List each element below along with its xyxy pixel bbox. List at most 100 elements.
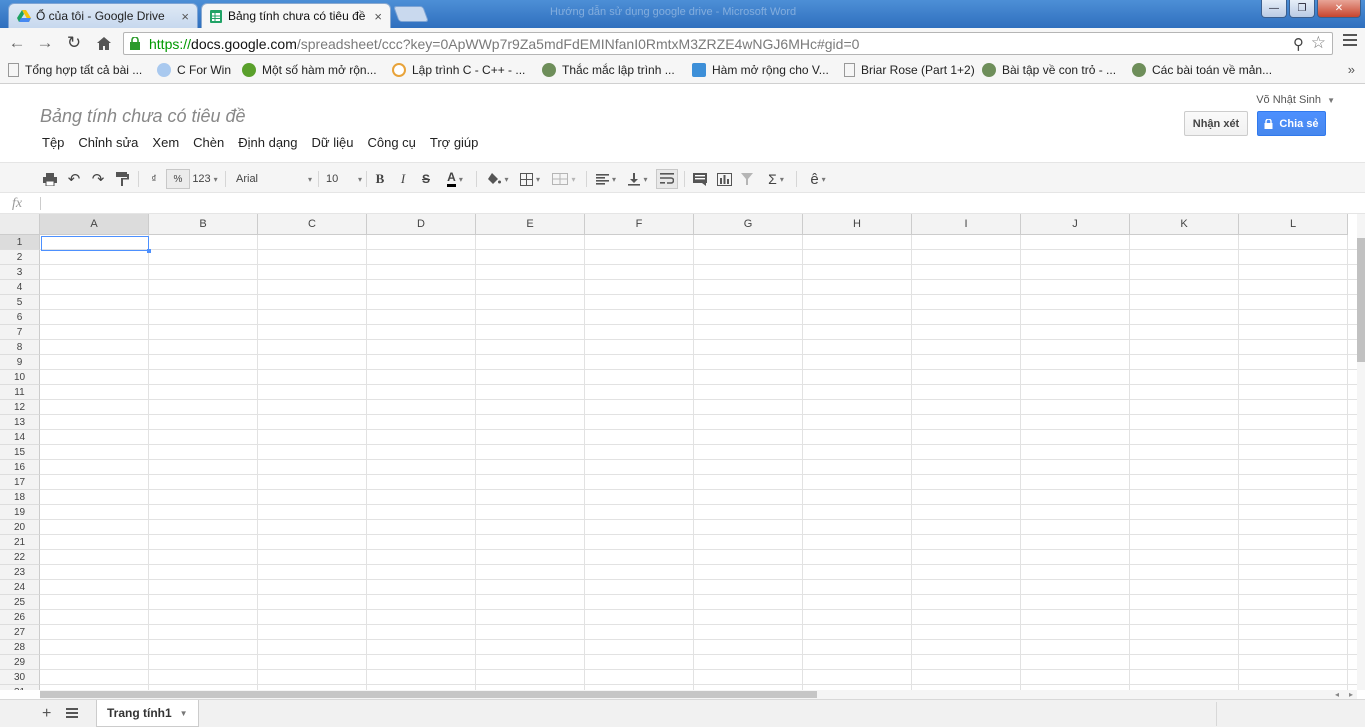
column-header-H[interactable]: H	[803, 214, 912, 235]
bookmark-item[interactable]: Bài tập về con trỏ - ...	[982, 63, 1116, 77]
bookmark-item[interactable]: Tổng hợp tất cả bài ...	[8, 63, 142, 77]
wrap-text-button[interactable]	[656, 169, 678, 189]
menu-format[interactable]: Định dạng	[238, 135, 297, 150]
column-header-A[interactable]: A	[40, 214, 149, 235]
menu-insert[interactable]: Chèn	[193, 135, 224, 150]
row-header-11[interactable]: 11	[0, 385, 40, 400]
column-header-F[interactable]: F	[585, 214, 694, 235]
bookmark-item[interactable]: Thắc mắc lập trình ...	[542, 63, 675, 77]
bookmark-item[interactable]: Briar Rose (Part 1+2)	[844, 63, 975, 77]
functions-button[interactable]: Σ ▾	[762, 169, 790, 189]
close-icon[interactable]: ×	[374, 9, 382, 24]
zoom-icon[interactable]: ⚲	[1293, 35, 1304, 53]
row-header-3[interactable]: 3	[0, 265, 40, 280]
row-header-13[interactable]: 13	[0, 415, 40, 430]
share-button[interactable]: Chia sẻ	[1257, 111, 1326, 136]
bookmark-item[interactable]: Một số hàm mở rộn...	[242, 63, 377, 77]
italic-button[interactable]: I	[396, 169, 410, 189]
all-sheets-menu-icon[interactable]	[66, 708, 78, 720]
percent-format-button[interactable]: %	[166, 169, 190, 189]
active-cell-A1[interactable]	[41, 236, 151, 253]
sheet-tab[interactable]: Trang tính1 ▼	[96, 700, 199, 727]
menu-file[interactable]: Tệp	[42, 135, 64, 150]
bookmark-item[interactable]: C For Win	[157, 63, 231, 77]
horizontal-scrollbar[interactable]: ◂ ▸	[40, 690, 1357, 699]
vertical-scrollbar[interactable]	[1357, 214, 1365, 690]
row-header-25[interactable]: 25	[0, 595, 40, 610]
merge-cells-button[interactable]: ▾	[548, 169, 580, 189]
chevron-down-icon[interactable]: ▼	[180, 709, 188, 718]
column-header-C[interactable]: C	[258, 214, 367, 235]
row-header-22[interactable]: 22	[0, 550, 40, 565]
bookmark-item[interactable]: Lập trình C - C++ - ...	[392, 63, 525, 77]
menu-view[interactable]: Xem	[152, 135, 179, 150]
forward-arrow-icon[interactable]: →	[34, 33, 56, 53]
fill-handle[interactable]	[147, 249, 151, 253]
fill-color-button[interactable]: ▾	[484, 169, 512, 189]
undo-icon[interactable]: ↶	[64, 169, 84, 189]
borders-button[interactable]: ▾	[516, 169, 544, 189]
row-header-21[interactable]: 21	[0, 535, 40, 550]
address-bar[interactable]: https://docs.google.com/spreadsheet/ccc?…	[123, 32, 1333, 55]
number-format-dropdown[interactable]: 123 ▾	[190, 169, 220, 189]
row-header-19[interactable]: 19	[0, 505, 40, 520]
row-header-26[interactable]: 26	[0, 610, 40, 625]
print-icon[interactable]	[40, 169, 60, 189]
back-arrow-icon[interactable]: ←	[6, 33, 28, 53]
maximize-button[interactable]: ❐	[1289, 0, 1315, 18]
row-header-12[interactable]: 12	[0, 400, 40, 415]
menu-help[interactable]: Trợ giúp	[430, 135, 479, 150]
reload-icon[interactable]: ↻	[63, 33, 85, 53]
scroll-right-icon[interactable]: ▸	[1349, 690, 1353, 699]
bookmark-item[interactable]: Các bài toán về mản...	[1132, 63, 1272, 77]
text-color-button[interactable]: A ▾	[440, 169, 470, 189]
row-header-23[interactable]: 23	[0, 565, 40, 580]
bold-button[interactable]: B	[372, 169, 388, 189]
minimize-button[interactable]: —	[1261, 0, 1287, 18]
column-header-E[interactable]: E	[476, 214, 585, 235]
bookmarks-overflow-icon[interactable]: »	[1348, 62, 1355, 77]
column-header-J[interactable]: J	[1021, 214, 1130, 235]
select-all-corner[interactable]	[0, 214, 40, 235]
row-header-27[interactable]: 27	[0, 625, 40, 640]
account-name[interactable]: Võ Nhật Sinh ▼	[1256, 94, 1335, 106]
row-header-17[interactable]: 17	[0, 475, 40, 490]
bookmark-star-icon[interactable]: ☆	[1311, 33, 1326, 53]
row-header-1[interactable]: 1	[0, 235, 40, 250]
row-header-6[interactable]: 6	[0, 310, 40, 325]
row-header-30[interactable]: 30	[0, 670, 40, 685]
insert-comment-icon[interactable]	[690, 169, 710, 189]
new-tab-button[interactable]	[393, 6, 429, 22]
font-size-dropdown[interactable]: 10 ▾	[326, 169, 362, 189]
document-title[interactable]: Bảng tính chưa có tiêu đề	[40, 106, 246, 127]
row-header-9[interactable]: 9	[0, 355, 40, 370]
row-header-2[interactable]: 2	[0, 250, 40, 265]
scrollbar-thumb[interactable]	[1357, 238, 1365, 362]
bookmark-item[interactable]: Hàm mở rộng cho V...	[692, 63, 829, 77]
row-header-24[interactable]: 24	[0, 580, 40, 595]
paint-format-icon[interactable]	[112, 169, 132, 189]
formula-input[interactable]	[40, 197, 41, 210]
add-sheet-button[interactable]: +	[42, 705, 51, 723]
strikethrough-button[interactable]: S	[418, 169, 434, 189]
row-header-29[interactable]: 29	[0, 655, 40, 670]
formula-bar[interactable]: fx	[0, 194, 1365, 214]
row-header-14[interactable]: 14	[0, 430, 40, 445]
chrome-menu-icon[interactable]	[1343, 34, 1357, 48]
close-icon[interactable]: ×	[181, 9, 189, 24]
filter-icon[interactable]	[738, 169, 756, 189]
currency-format-button[interactable]: ₫	[146, 169, 162, 189]
row-header-16[interactable]: 16	[0, 460, 40, 475]
row-header-8[interactable]: 8	[0, 340, 40, 355]
close-window-button[interactable]: ✕	[1317, 0, 1361, 18]
scroll-left-icon[interactable]: ◂	[1335, 690, 1339, 699]
home-icon[interactable]	[93, 33, 115, 53]
font-family-dropdown[interactable]: Arial ▾	[236, 169, 312, 189]
column-header-I[interactable]: I	[912, 214, 1021, 235]
scrollbar-thumb[interactable]	[40, 691, 817, 698]
column-header-K[interactable]: K	[1130, 214, 1239, 235]
row-header-10[interactable]: 10	[0, 370, 40, 385]
column-header-G[interactable]: G	[694, 214, 803, 235]
menu-edit[interactable]: Chỉnh sửa	[78, 135, 138, 150]
menu-data[interactable]: Dữ liệu	[312, 135, 354, 150]
